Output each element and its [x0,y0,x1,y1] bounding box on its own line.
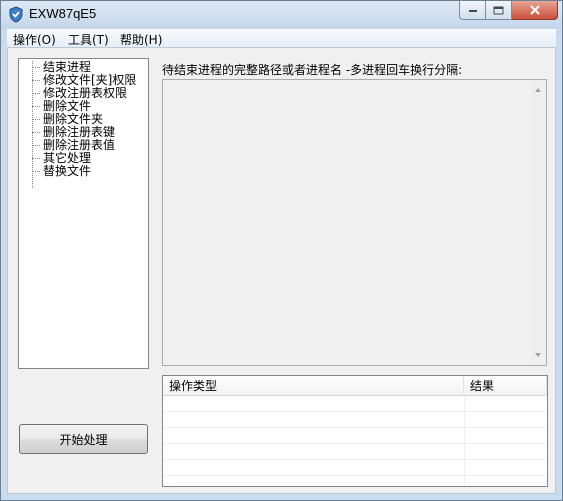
close-icon [529,5,540,15]
tree-item-replace-file[interactable]: 替换文件 [19,165,148,178]
table-row [163,412,547,428]
table-row [163,444,547,460]
start-button[interactable]: 开始处理 [19,424,148,454]
minimize-button[interactable] [459,1,486,20]
table-row [163,428,547,444]
title-bar[interactable]: EXW87qE5 [1,1,562,29]
window-title: EXW87qE5 [29,6,97,21]
menu-bar: 操作(O) 工具(T) 帮助(H) [7,29,556,48]
vertical-scrollbar[interactable] [531,80,546,365]
menu-tools[interactable]: 工具(T) [68,31,109,48]
table-row [163,460,547,476]
client-area: 结束进程 修改文件[夹]权限 修改注册表权限 删除文件 删除文件夹 删除注册表键… [7,48,556,494]
process-path-input[interactable] [162,79,547,366]
results-list[interactable]: 操作类型 结果 [162,375,548,487]
scroll-up-icon[interactable] [535,88,541,92]
table-row [163,396,547,412]
menu-operate[interactable]: 操作(O) [13,31,56,48]
app-window: EXW87qE5 操作(O) 工具(T) 帮助(H) 结束进程 修改文件[夹]权… [0,0,563,501]
task-tree[interactable]: 结束进程 修改文件[夹]权限 修改注册表权限 删除文件 删除文件夹 删除注册表键… [18,58,149,369]
column-result[interactable]: 结果 [464,376,547,396]
close-button[interactable] [512,1,558,20]
input-hint-label: 待结束进程的完整路径或者进程名 -多进程回车换行分隔: [162,63,463,77]
column-operation-type[interactable]: 操作类型 [163,376,464,396]
results-header: 操作类型 结果 [163,376,547,396]
scroll-down-icon[interactable] [535,353,541,357]
maximize-icon [493,6,504,14]
column-divider [464,396,465,486]
caption-buttons [459,1,558,21]
minimize-icon [468,10,477,12]
menu-help[interactable]: 帮助(H) [120,31,162,48]
shield-icon [9,6,23,23]
maximize-button[interactable] [486,1,512,20]
